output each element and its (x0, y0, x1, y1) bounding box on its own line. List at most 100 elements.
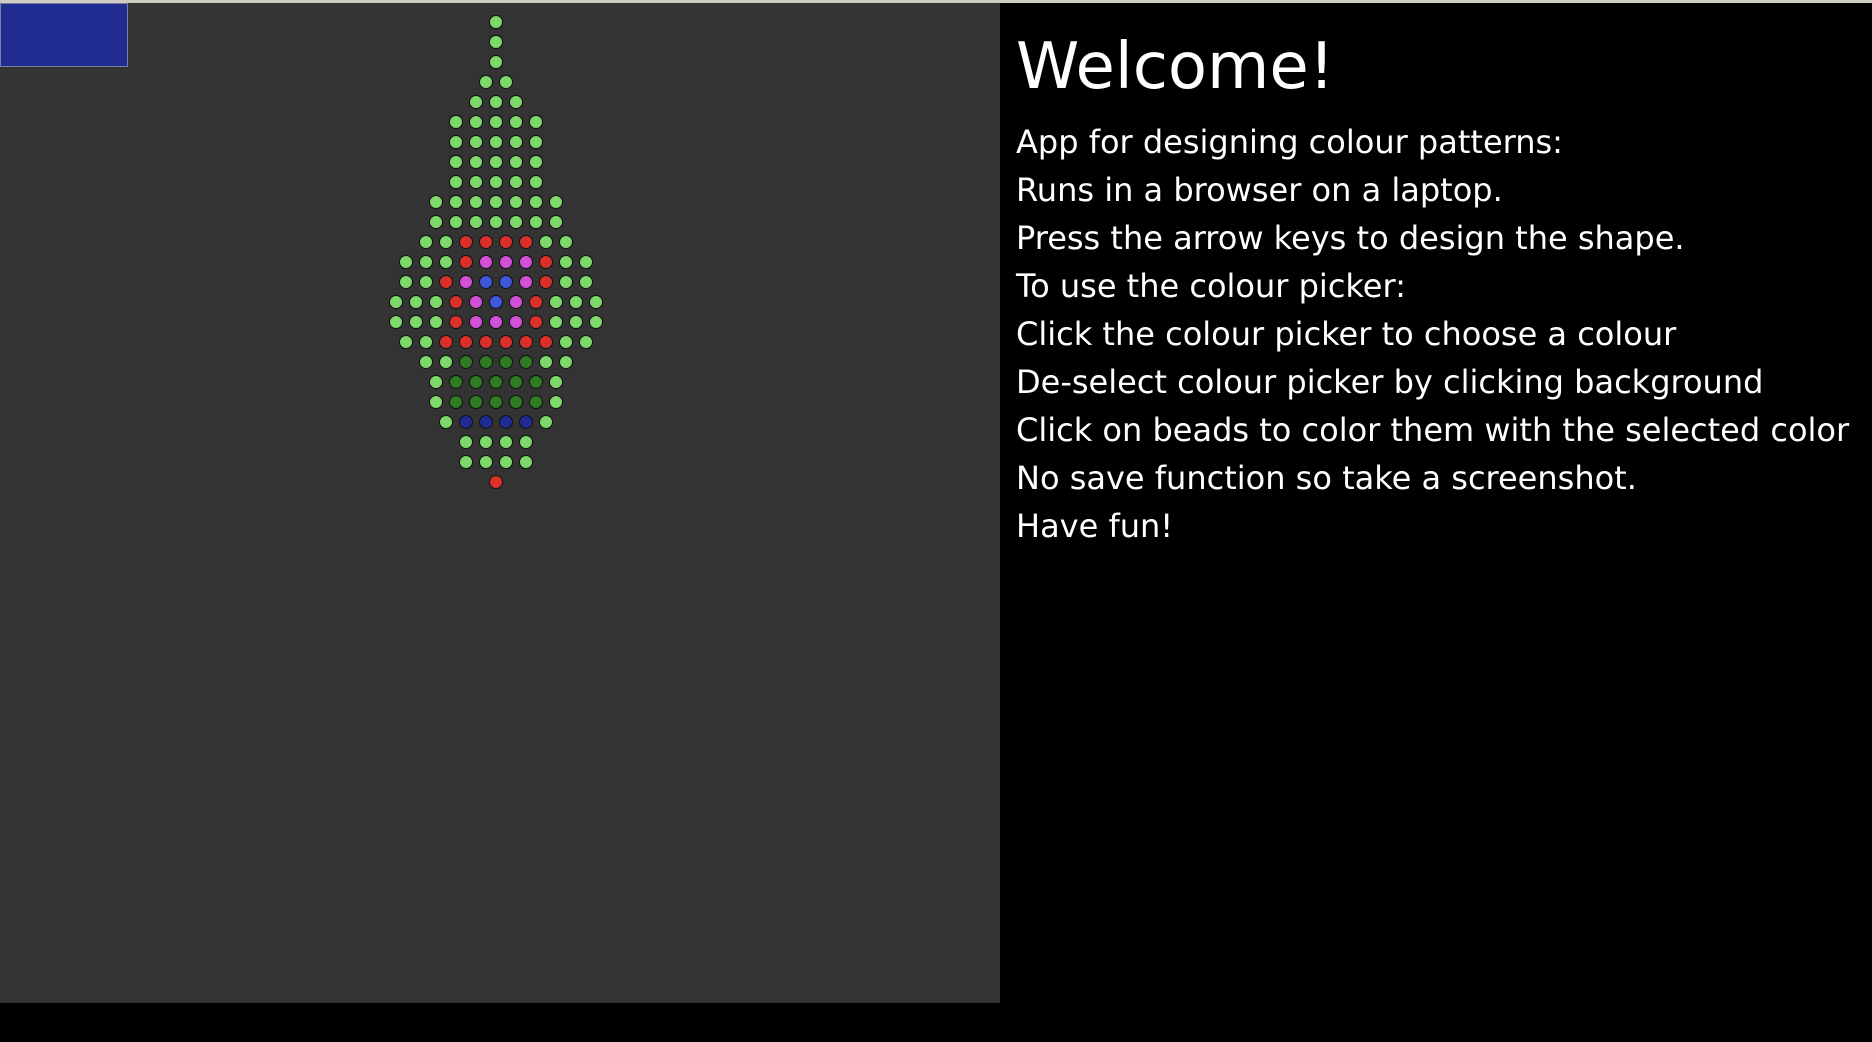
bead[interactable] (498, 274, 513, 289)
bead[interactable] (498, 414, 513, 429)
bead[interactable] (458, 454, 473, 469)
bead[interactable] (508, 394, 523, 409)
bead[interactable] (448, 394, 463, 409)
bead[interactable] (538, 354, 553, 369)
bead[interactable] (458, 434, 473, 449)
bead[interactable] (448, 134, 463, 149)
bead[interactable] (478, 254, 493, 269)
bead[interactable] (558, 334, 573, 349)
bead[interactable] (428, 194, 443, 209)
bead[interactable] (448, 154, 463, 169)
bead[interactable] (508, 214, 523, 229)
bead[interactable] (438, 334, 453, 349)
bead[interactable] (588, 294, 603, 309)
bead[interactable] (448, 374, 463, 389)
bead[interactable] (578, 254, 593, 269)
bead[interactable] (548, 294, 563, 309)
bead[interactable] (448, 114, 463, 129)
bead[interactable] (418, 234, 433, 249)
bead[interactable] (428, 374, 443, 389)
bead[interactable] (518, 354, 533, 369)
bead[interactable] (398, 274, 413, 289)
bead[interactable] (538, 414, 553, 429)
bead[interactable] (488, 54, 503, 69)
bead[interactable] (408, 314, 423, 329)
bead[interactable] (488, 214, 503, 229)
bead[interactable] (438, 354, 453, 369)
bead[interactable] (578, 334, 593, 349)
bead[interactable] (588, 314, 603, 329)
bead[interactable] (458, 414, 473, 429)
bead[interactable] (538, 274, 553, 289)
bead[interactable] (498, 354, 513, 369)
bead[interactable] (508, 294, 523, 309)
bead[interactable] (458, 354, 473, 369)
bead[interactable] (488, 94, 503, 109)
bead[interactable] (498, 234, 513, 249)
bead[interactable] (448, 214, 463, 229)
bead[interactable] (478, 414, 493, 429)
bead[interactable] (468, 134, 483, 149)
bead[interactable] (428, 214, 443, 229)
bead[interactable] (468, 114, 483, 129)
bead[interactable] (458, 334, 473, 349)
bead[interactable] (528, 194, 543, 209)
bead[interactable] (438, 414, 453, 429)
bead[interactable] (478, 74, 493, 89)
bead[interactable] (488, 134, 503, 149)
bead[interactable] (478, 354, 493, 369)
bead[interactable] (488, 374, 503, 389)
bead[interactable] (508, 314, 523, 329)
bead[interactable] (478, 334, 493, 349)
bead[interactable] (438, 254, 453, 269)
bead[interactable] (428, 294, 443, 309)
bead[interactable] (528, 154, 543, 169)
bead[interactable] (398, 334, 413, 349)
bead[interactable] (488, 14, 503, 29)
bead[interactable] (578, 274, 593, 289)
bead[interactable] (568, 314, 583, 329)
bead[interactable] (498, 334, 513, 349)
bead[interactable] (558, 354, 573, 369)
bead-grid[interactable] (0, 3, 1000, 1003)
bead[interactable] (498, 454, 513, 469)
bead[interactable] (428, 314, 443, 329)
bead[interactable] (488, 174, 503, 189)
bead[interactable] (468, 94, 483, 109)
bead[interactable] (448, 294, 463, 309)
bead[interactable] (448, 314, 463, 329)
bead[interactable] (508, 154, 523, 169)
bead[interactable] (458, 274, 473, 289)
bead[interactable] (518, 454, 533, 469)
bead[interactable] (388, 294, 403, 309)
bead[interactable] (388, 314, 403, 329)
bead[interactable] (488, 314, 503, 329)
bead[interactable] (478, 454, 493, 469)
bead[interactable] (518, 434, 533, 449)
bead[interactable] (558, 234, 573, 249)
bead[interactable] (468, 214, 483, 229)
colour-picker[interactable] (0, 3, 128, 67)
bead[interactable] (478, 274, 493, 289)
bead[interactable] (458, 254, 473, 269)
bead[interactable] (518, 334, 533, 349)
bead[interactable] (448, 174, 463, 189)
bead[interactable] (548, 374, 563, 389)
bead[interactable] (468, 154, 483, 169)
bead[interactable] (568, 294, 583, 309)
bead[interactable] (498, 254, 513, 269)
bead[interactable] (418, 254, 433, 269)
bead[interactable] (468, 294, 483, 309)
bead[interactable] (438, 274, 453, 289)
bead[interactable] (558, 274, 573, 289)
bead[interactable] (468, 394, 483, 409)
bead[interactable] (478, 434, 493, 449)
bead[interactable] (428, 394, 443, 409)
design-canvas[interactable] (0, 3, 1000, 1003)
bead[interactable] (538, 254, 553, 269)
bead[interactable] (458, 234, 473, 249)
bead[interactable] (538, 234, 553, 249)
bead[interactable] (408, 294, 423, 309)
bead[interactable] (528, 174, 543, 189)
bead[interactable] (508, 94, 523, 109)
